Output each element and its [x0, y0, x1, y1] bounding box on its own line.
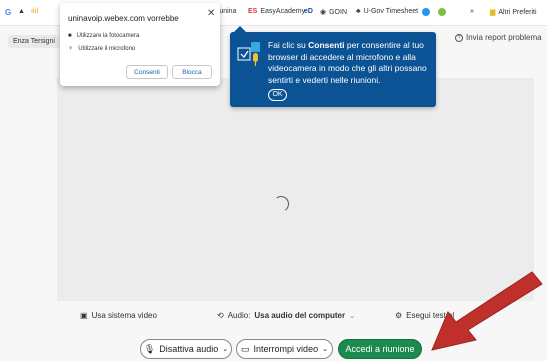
close-icon[interactable]: ✕ [207, 8, 215, 19]
gear-icon: ⚙ [395, 311, 403, 320]
microphone-icon: ♀ [68, 45, 74, 52]
stop-video-button[interactable]: ▭ Interrompi video ⌄ [236, 339, 333, 359]
audio-option[interactable]: ⟲ Audio: Usa audio del computer ⌄ [217, 311, 355, 320]
audio-icon: ⟲ [217, 311, 224, 320]
video-preview [57, 78, 534, 301]
permission-microphone-row: ♀ Utilizzare il microfono [68, 45, 135, 52]
question-icon: ? [455, 33, 463, 42]
bookmark-easyacademy[interactable]: ES EasyAcademy [248, 8, 305, 15]
report-problem-link[interactable]: ? Invia report problema [455, 33, 542, 42]
drive-icon[interactable]: ▲ [18, 8, 25, 15]
video-system-icon: ▣ [80, 311, 88, 320]
red-arrow-annotation [431, 271, 543, 351]
stop-video-label: Interrompi video [253, 344, 319, 354]
google-icon[interactable]: G [5, 8, 11, 17]
permission-camera-row: ■ Utilizzare la fotocamera [68, 33, 139, 39]
permission-microphone-label: Utilizzare il microfono [78, 45, 136, 52]
permission-popup: uninavoip.webex.com vorrebbe ✕ ■ Utilizz… [60, 3, 220, 86]
tooltip-text: Fai clic su Consenti per consentire al t… [268, 40, 427, 85]
camera-permission-icon [237, 42, 260, 66]
bookmark-ugov[interactable]: ♣ U-Gov Timesheet [356, 8, 418, 15]
audio-prefix: Audio: [227, 311, 251, 320]
folder-icon: ▆ [490, 9, 496, 16]
join-meeting-button[interactable]: Accedi a riunione [338, 339, 422, 359]
green-dot-icon[interactable] [438, 8, 446, 16]
audio-value: Usa audio del computer [254, 311, 346, 320]
more-bookmarks[interactable]: » [470, 8, 474, 15]
chevron-down-icon: ⌄ [349, 312, 355, 320]
ugov-icon: ♣ [356, 8, 361, 15]
user-name-chip[interactable]: Enza Tersigni [8, 35, 60, 48]
easyacademy-icon: ES [248, 8, 258, 15]
bookmark-goin[interactable]: ◉ GOIN [320, 8, 347, 17]
ed-icon[interactable]: eD [304, 8, 313, 15]
permission-title: uninavoip.webex.com vorrebbe [68, 14, 179, 23]
video-system-label: Usa sistema video [91, 311, 157, 320]
mute-audio-label: Disattiva audio [159, 344, 219, 354]
tooltip-ok-button[interactable]: OK [268, 89, 287, 101]
goin-icon: ◉ [320, 9, 327, 16]
permission-tooltip: Fai clic su Consenti per consentire al t… [230, 26, 436, 107]
use-video-system-option[interactable]: ▣ Usa sistema video [80, 311, 157, 320]
permission-camera-label: Utilizzare la fotocamera [76, 33, 140, 39]
chevron-down-icon: ⌄ [222, 346, 229, 353]
microphone-icon: 🎙︎ [143, 343, 156, 354]
chevron-down-icon: ⌄ [322, 346, 328, 353]
analytics-icon[interactable]: ılıl [31, 8, 38, 15]
video-camera-icon: ▭ [241, 343, 250, 354]
blue-dot-icon[interactable] [422, 8, 430, 16]
bookmark-altri-preferiti[interactable]: ▆ Altri Preferiti [490, 8, 537, 17]
allow-button[interactable]: Consenti [126, 65, 168, 79]
camera-icon: ■ [68, 33, 72, 39]
report-problem-label: Invia report problema [466, 33, 542, 42]
mute-audio-button[interactable]: 🎙︎ Disattiva audio ⌄ [140, 339, 232, 359]
block-button[interactable]: Blocca [172, 65, 212, 79]
